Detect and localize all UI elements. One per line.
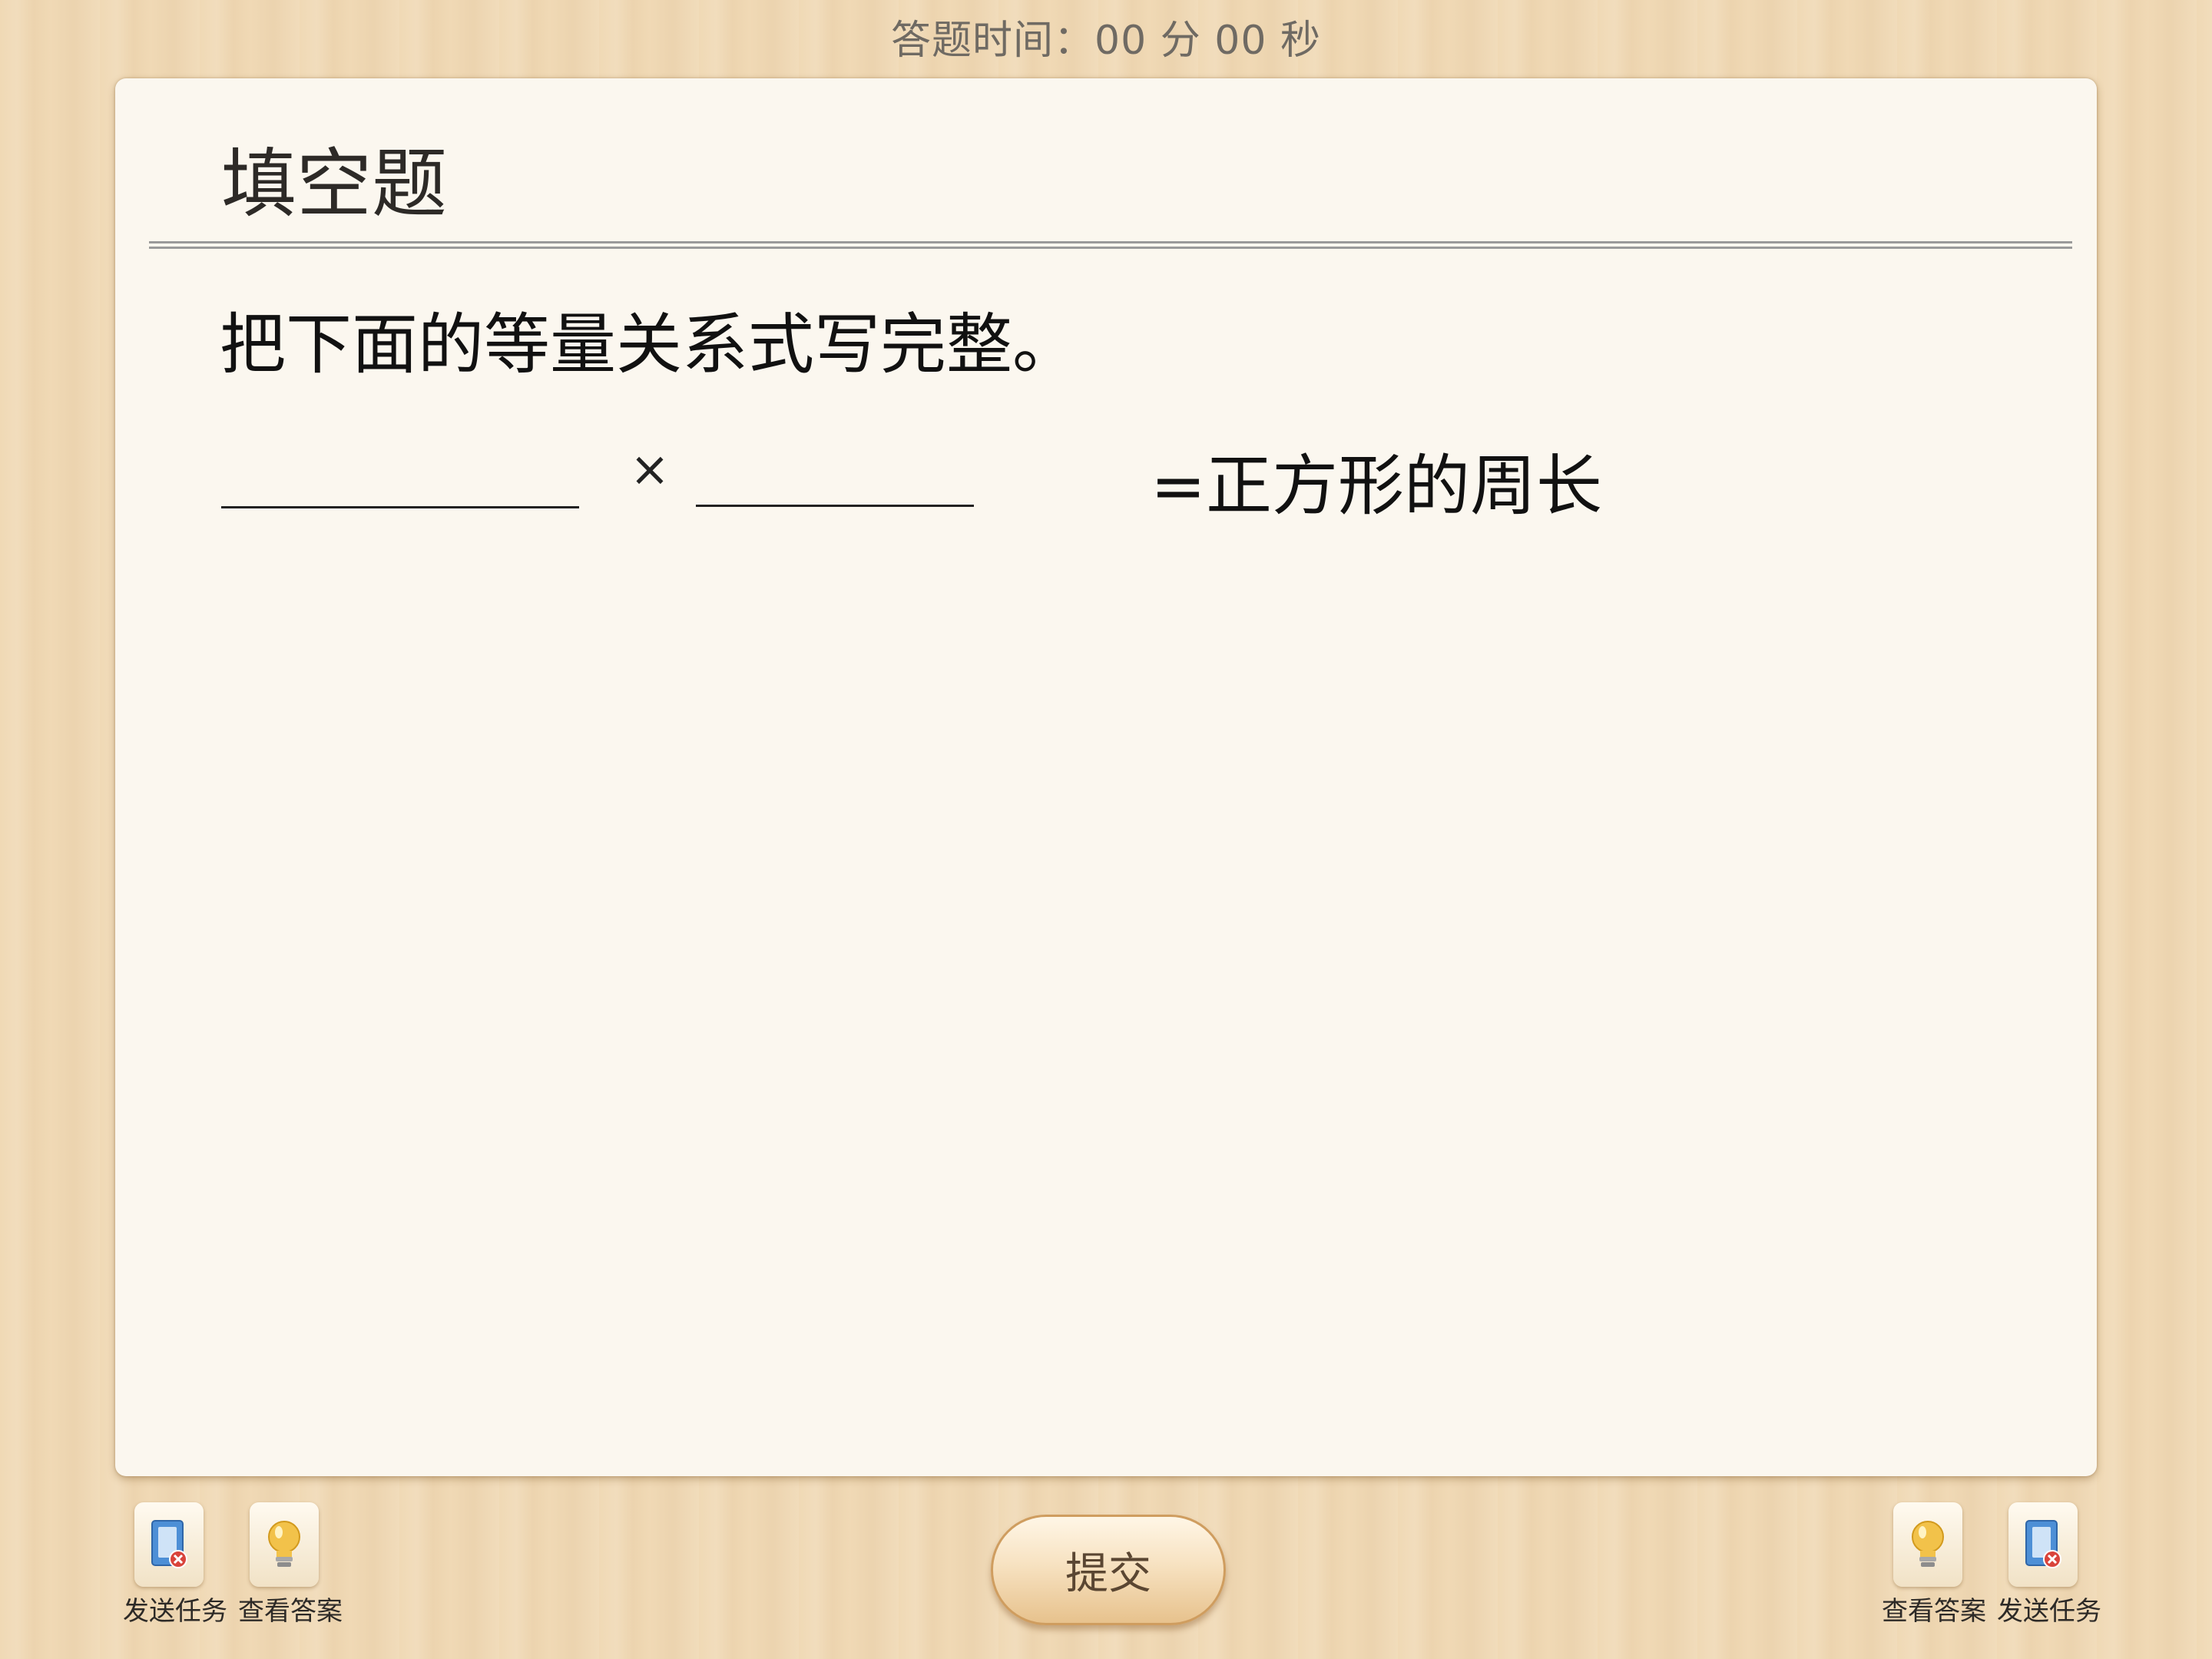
send-task-label-right: 发送任务 — [1997, 1596, 2101, 1627]
question-card: 填空题 把下面的等量关系式写完整。 × =正方形的周长 — [115, 78, 2097, 1476]
lightbulb-icon — [250, 1502, 319, 1587]
lightbulb-icon — [1893, 1502, 1962, 1587]
view-answer-label-right: 查看答案 — [1882, 1596, 1986, 1627]
equation-row: × =正方形的周长 — [220, 432, 1909, 525]
send-task-button-right[interactable]: 发送任务 — [1997, 1502, 2101, 1628]
view-answer-button-right[interactable]: 查看答案 — [1882, 1502, 1986, 1628]
answer-blank-2[interactable] — [696, 505, 974, 507]
title-divider — [149, 241, 2072, 249]
question-instruction: 把下面的等量关系式写完整。 — [220, 306, 1078, 383]
equation-result-text: =正方形的周长 — [1151, 448, 1603, 525]
answer-timer: 答题时间：00 分 00 秒 — [891, 18, 1321, 64]
send-task-icon — [134, 1502, 204, 1587]
view-answer-label-left: 查看答案 — [238, 1596, 343, 1627]
question-type-title: 填空题 — [221, 141, 448, 228]
send-task-icon — [2008, 1502, 2078, 1587]
answer-blank-1[interactable] — [221, 506, 579, 508]
send-task-label-left: 发送任务 — [123, 1596, 227, 1627]
send-task-button-left[interactable]: 发送任务 — [123, 1502, 227, 1628]
view-answer-button-left[interactable]: 查看答案 — [238, 1502, 343, 1628]
submit-button[interactable]: 提交 — [991, 1515, 1226, 1625]
multiply-operator: × — [630, 441, 670, 497]
